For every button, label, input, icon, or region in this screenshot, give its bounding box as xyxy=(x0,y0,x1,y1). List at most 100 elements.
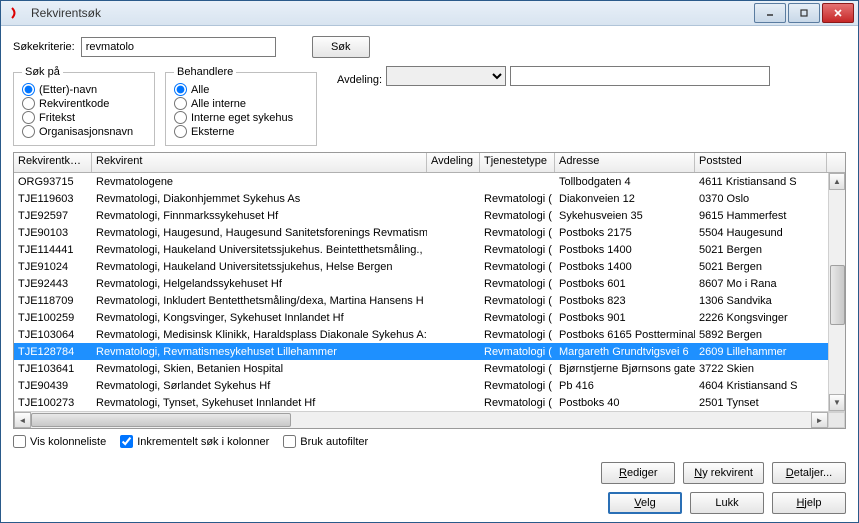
table-cell: 2609 Lillehammer xyxy=(695,346,827,358)
check-autofilter[interactable]: Bruk autofilter xyxy=(283,435,368,448)
radio-eksterne[interactable]: Eksterne xyxy=(174,125,308,138)
table-cell: Diakonveien 12 xyxy=(555,193,695,205)
horizontal-scrollbar[interactable]: ◄ ► xyxy=(14,411,845,428)
sok-pa-group: Søk på (Etter)-navn Rekvirentkode Fritek… xyxy=(13,66,155,146)
table-row[interactable]: TJE114441Revmatologi, Haukeland Universi… xyxy=(14,241,845,258)
table-cell: TJE92443 xyxy=(14,278,92,290)
check-inkrementelt[interactable]: Inkrementelt søk i kolonner xyxy=(120,435,269,448)
table-cell: Revmatologi, Inkludert Bentetthetsmåling… xyxy=(92,295,427,307)
table-row[interactable]: TJE103064Revmatologi, Medisinsk Klinikk,… xyxy=(14,326,845,343)
table-cell: TJE119603 xyxy=(14,193,92,205)
table-cell: Revmatologi ( xyxy=(480,397,555,409)
table-cell: Revmatologi ( xyxy=(480,244,555,256)
table-cell: Revmatologi ( xyxy=(480,295,555,307)
col-adresse[interactable]: Adresse xyxy=(555,153,695,172)
scroll-left-icon[interactable]: ◄ xyxy=(14,412,31,428)
results-grid[interactable]: Rekvirentkode Rekvirent Avdeling Tjenest… xyxy=(13,152,846,429)
col-rekvirent[interactable]: Rekvirent xyxy=(92,153,427,172)
table-cell: 5504 Haugesund xyxy=(695,227,827,239)
table-cell: Pb 416 xyxy=(555,380,695,392)
vertical-scrollbar[interactable]: ▲ ▼ xyxy=(828,173,845,411)
table-cell: 8607 Mo i Rana xyxy=(695,278,827,290)
table-row[interactable]: TJE100259Revmatologi, Kongsvinger, Sykeh… xyxy=(14,309,845,326)
scroll-down-icon[interactable]: ▼ xyxy=(829,394,845,411)
table-cell: Postboks 601 xyxy=(555,278,695,290)
behandlere-group: Behandlere Alle Alle interne Interne ege… xyxy=(165,66,317,146)
col-rekvirentkode[interactable]: Rekvirentkode xyxy=(14,153,92,172)
table-cell: TJE103641 xyxy=(14,363,92,375)
lukk-button[interactable]: Lukk xyxy=(690,492,764,514)
table-cell: Revmatologi, Medisinsk Klinikk, Haraldsp… xyxy=(92,329,427,341)
minimize-button[interactable] xyxy=(754,3,786,23)
table-row[interactable]: TJE100273Revmatologi, Tynset, Sykehuset … xyxy=(14,394,845,411)
scroll-up-icon[interactable]: ▲ xyxy=(829,173,845,190)
window-title: Rekvirentsøk xyxy=(31,6,754,20)
search-button[interactable]: Søk xyxy=(312,36,370,58)
table-cell: Postboks 2175 xyxy=(555,227,695,239)
scroll-right-icon[interactable]: ► xyxy=(811,412,828,428)
radio-interne-eget[interactable]: Interne eget sykehus xyxy=(174,111,308,124)
table-row[interactable]: TJE91024Revmatologi, Haukeland Universit… xyxy=(14,258,845,275)
table-cell: Revmatologi ( xyxy=(480,227,555,239)
table-cell: Revmatologi ( xyxy=(480,278,555,290)
table-cell: Revmatologene xyxy=(92,176,427,188)
table-cell: ORG93715 xyxy=(14,176,92,188)
close-button[interactable] xyxy=(822,3,854,23)
table-cell: Revmatologi, Haugesund, Haugesund Sanite… xyxy=(92,227,427,239)
maximize-button[interactable] xyxy=(788,3,820,23)
scroll-thumb[interactable] xyxy=(830,265,845,325)
velg-button[interactable]: Velg xyxy=(608,492,682,514)
col-tjenestetype[interactable]: Tjenestetype xyxy=(480,153,555,172)
radio-alle-interne[interactable]: Alle interne xyxy=(174,97,308,110)
check-vis-kolonneliste[interactable]: Vis kolonneliste xyxy=(13,435,106,448)
radio-organisasjonsnavn[interactable]: Organisasjonsnavn xyxy=(22,125,146,138)
table-cell: 1306 Sandvika xyxy=(695,295,827,307)
table-row[interactable]: TJE92597Revmatologi, Finnmarkssykehuset … xyxy=(14,207,845,224)
table-cell: Revmatologi ( xyxy=(480,363,555,375)
rediger-button[interactable]: Rediger xyxy=(601,462,675,484)
app-icon xyxy=(9,5,25,21)
table-cell: Revmatologi, Haukeland Universitetssjuke… xyxy=(92,244,427,256)
table-row[interactable]: TJE118709Revmatologi, Inkludert Bentetth… xyxy=(14,292,845,309)
dialog-window: Rekvirentsøk Søkekriterie: Søk Søk på (E… xyxy=(0,0,859,523)
table-row[interactable]: TJE90439Revmatologi, Sørlandet Sykehus H… xyxy=(14,377,845,394)
table-row[interactable]: TJE119603Revmatologi, Diakonhjemmet Syke… xyxy=(14,190,845,207)
table-cell: TJE90103 xyxy=(14,227,92,239)
table-cell: Revmatologi, Finnmarkssykehuset Hf xyxy=(92,210,427,222)
table-row[interactable]: TJE128784Revmatologi, Revmatismesykehuse… xyxy=(14,343,845,360)
sok-pa-legend: Søk på xyxy=(22,66,63,78)
table-row[interactable]: ORG93715RevmatologeneTollbodgaten 44611 … xyxy=(14,173,845,190)
radio-etternavn[interactable]: (Etter)-navn xyxy=(22,83,146,96)
table-cell: Revmatologi, Helgelandssykehuset Hf xyxy=(92,278,427,290)
table-cell: TJE128784 xyxy=(14,346,92,358)
grid-header: Rekvirentkode Rekvirent Avdeling Tjenest… xyxy=(14,153,845,173)
table-cell: Tollbodgaten 4 xyxy=(555,176,695,188)
ny-rekvirent-button[interactable]: Ny rekvirent xyxy=(683,462,764,484)
radio-fritekst[interactable]: Fritekst xyxy=(22,111,146,124)
table-cell: Sykehusveien 35 xyxy=(555,210,695,222)
col-avdeling[interactable]: Avdeling xyxy=(427,153,480,172)
table-cell: 5021 Bergen xyxy=(695,261,827,273)
table-row[interactable]: TJE90103Revmatologi, Haugesund, Haugesun… xyxy=(14,224,845,241)
table-cell: Postboks 1400 xyxy=(555,261,695,273)
search-input[interactable] xyxy=(81,37,276,57)
radio-rekvirentkode[interactable]: Rekvirentkode xyxy=(22,97,146,110)
table-cell: 2226 Kongsvinger xyxy=(695,312,827,324)
table-row[interactable]: TJE103641Revmatologi, Skien, Betanien Ho… xyxy=(14,360,845,377)
table-cell: 3722 Skien xyxy=(695,363,827,375)
table-row[interactable]: TJE92443Revmatologi, Helgelandssykehuset… xyxy=(14,275,845,292)
behandlere-legend: Behandlere xyxy=(174,66,236,78)
table-cell: Revmatologi ( xyxy=(480,193,555,205)
radio-alle[interactable]: Alle xyxy=(174,83,308,96)
avdeling-select[interactable] xyxy=(386,66,506,86)
table-cell: 5892 Bergen xyxy=(695,329,827,341)
hjelp-button[interactable]: Hjelp xyxy=(772,492,846,514)
table-cell: Revmatologi ( xyxy=(480,329,555,341)
scroll-corner xyxy=(828,412,845,428)
detaljer-button[interactable]: Detaljer... xyxy=(772,462,846,484)
table-cell: 5021 Bergen xyxy=(695,244,827,256)
col-poststed[interactable]: Poststed xyxy=(695,153,827,172)
table-cell: Revmatologi, Sørlandet Sykehus Hf xyxy=(92,380,427,392)
hscroll-thumb[interactable] xyxy=(31,413,291,427)
table-cell: Revmatologi, Haukeland Universitetssjuke… xyxy=(92,261,427,273)
